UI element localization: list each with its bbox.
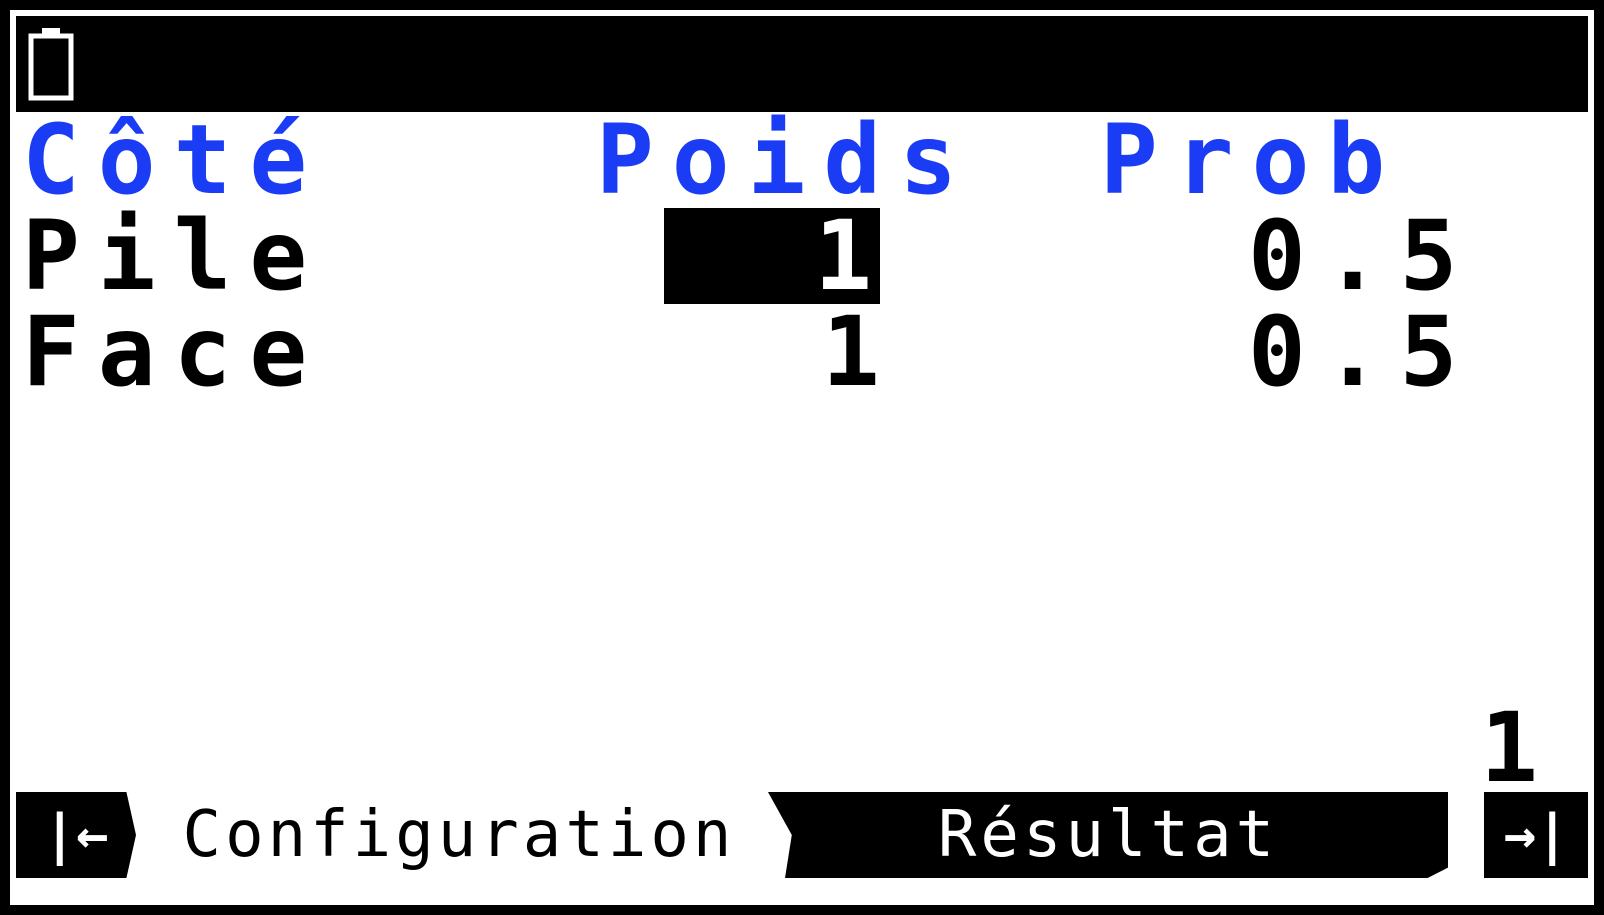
- row-2-side: Face: [22, 296, 326, 408]
- header-side: Côté: [22, 104, 326, 216]
- status-bar: [16, 16, 1588, 112]
- page-number: 1: [1480, 692, 1538, 804]
- header-weight: Poids: [596, 104, 975, 216]
- row-2-prob[interactable]: 0.5: [1248, 304, 1475, 400]
- bottom-tab-bar: |← Configuration Résultat →|: [16, 792, 1588, 878]
- tab-configuration[interactable]: Configuration: [144, 792, 774, 878]
- battery-icon: [28, 28, 74, 101]
- row-1-weight-cell-selected[interactable]: 1: [664, 208, 880, 304]
- row-1-weight: 1: [814, 200, 872, 312]
- tab-result[interactable]: Résultat: [768, 792, 1448, 878]
- tab-result-label: Résultat: [937, 798, 1279, 872]
- row-1-prob[interactable]: 0.5: [1248, 208, 1475, 304]
- nav-last-button[interactable]: →|: [1484, 792, 1588, 878]
- nav-right-icon: →|: [1503, 803, 1569, 866]
- row-1-side: Pile: [22, 200, 326, 312]
- nav-left-icon: |←: [43, 803, 109, 866]
- row-2-weight[interactable]: 1: [822, 304, 898, 400]
- calculator-screen: Côté Poids Prob Pile 1 0.5 Face 1 0.5 1 …: [10, 10, 1594, 905]
- tab-configuration-label: Configuration: [182, 798, 736, 872]
- header-prob: Prob: [1100, 104, 1404, 216]
- nav-first-button[interactable]: |←: [16, 792, 136, 878]
